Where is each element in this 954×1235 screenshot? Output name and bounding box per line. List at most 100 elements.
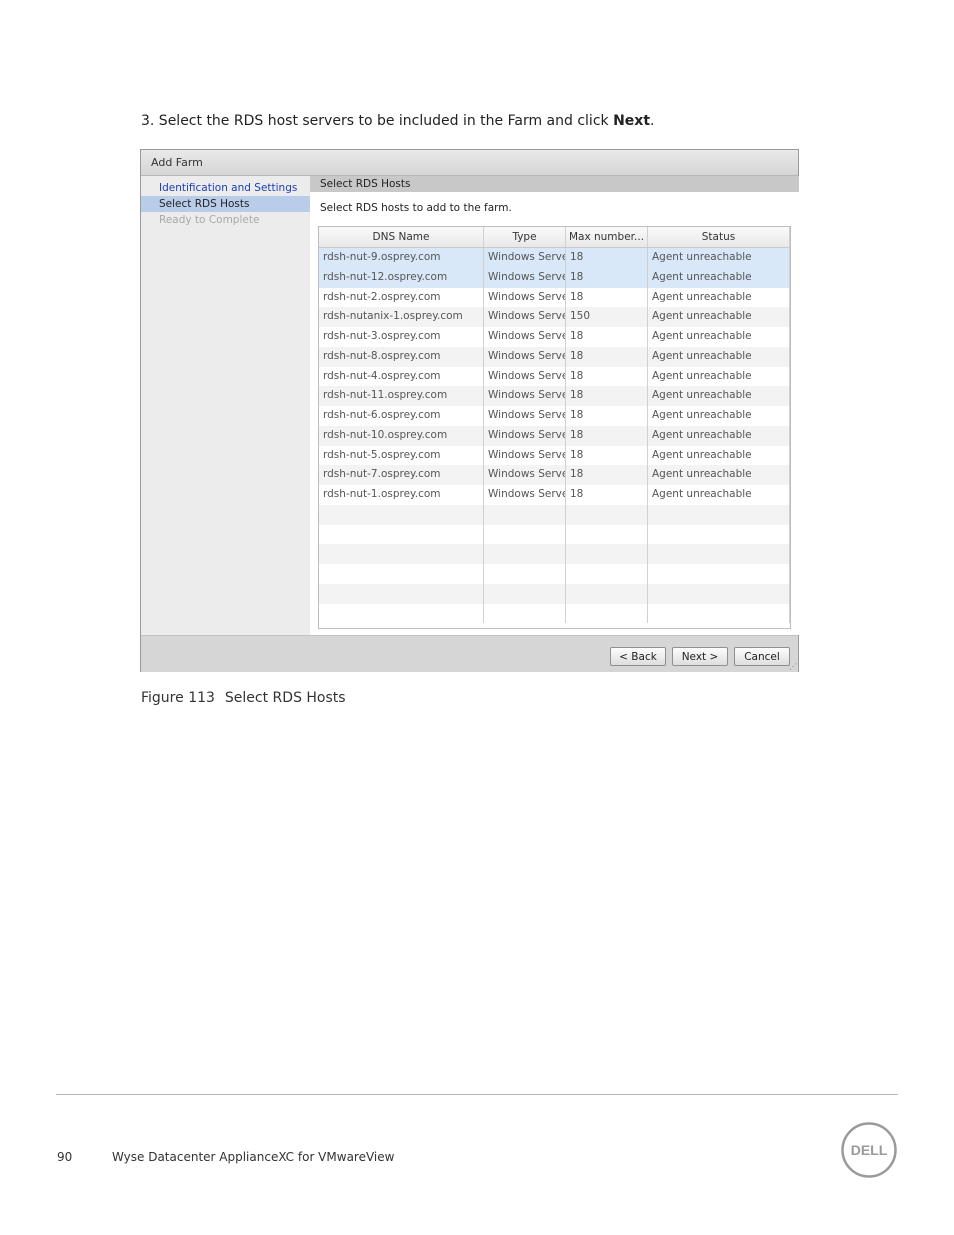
max-number-cell xyxy=(566,603,648,624)
dns-name-cell: rdsh-nut-3.osprey.com xyxy=(319,327,484,347)
page-number: 90 xyxy=(57,1150,73,1164)
type-cell: Windows Server xyxy=(484,248,566,268)
main-panel: Select RDS Hosts Select RDS hosts to add… xyxy=(310,176,799,635)
wizard-nav: Identification and Settings Select RDS H… xyxy=(141,176,310,635)
status-cell: Agent unreachable xyxy=(648,445,790,466)
type-cell xyxy=(484,564,566,584)
dns-name-cell: rdsh-nut-6.osprey.com xyxy=(319,406,484,426)
dns-name-cell xyxy=(319,544,484,564)
max-number-cell xyxy=(566,564,648,584)
status-cell: Agent unreachable xyxy=(648,307,790,327)
dell-logo-icon: DELL xyxy=(841,1122,897,1178)
empty-row xyxy=(319,583,790,604)
type-cell: Windows Server xyxy=(484,346,566,367)
dns-name-cell: rdsh-nut-9.osprey.com xyxy=(319,248,484,268)
dns-name-cell: rdsh-nut-4.osprey.com xyxy=(319,366,484,387)
table-row[interactable]: rdsh-nut-2.osprey.com Windows Server 18 Age… xyxy=(319,287,790,308)
max-number-cell: 18 xyxy=(566,327,648,347)
max-number-cell: 18 xyxy=(566,248,648,268)
dns-name-cell: rdsh-nut-1.osprey.com xyxy=(319,485,484,505)
status-cell: Agent unreachable xyxy=(648,465,790,485)
nav-item-ready-to-complete: Ready to Complete xyxy=(159,214,260,226)
column-header-status[interactable]: Status xyxy=(648,227,790,247)
table-row[interactable]: rdsh-nut-7.osprey.com Windows Server 18 Age… xyxy=(319,465,790,485)
max-number-cell: 18 xyxy=(566,287,648,308)
type-cell: Windows Server xyxy=(484,386,566,406)
table-header: DNS Name Type Max number... Status xyxy=(319,227,790,248)
type-cell xyxy=(484,524,566,545)
type-cell: Windows Server xyxy=(484,406,566,426)
logo-text: DELL xyxy=(851,1142,888,1158)
type-cell: Windows Server xyxy=(484,327,566,347)
type-cell xyxy=(484,544,566,564)
table-row[interactable]: rdsh-nutanix-1.osprey.com Windows Server 1… xyxy=(319,307,790,327)
max-number-cell: 18 xyxy=(566,366,648,387)
empty-row xyxy=(319,603,790,624)
max-number-cell xyxy=(566,504,648,525)
back-button[interactable]: < Back xyxy=(610,647,666,666)
status-cell xyxy=(648,583,790,604)
status-cell xyxy=(648,504,790,525)
type-cell: Windows Server xyxy=(484,425,566,446)
resize-grip-icon[interactable]: ⋰ xyxy=(789,662,797,671)
type-cell: Windows Server xyxy=(484,287,566,308)
dns-name-cell xyxy=(319,603,484,624)
table-row[interactable]: rdsh-nut-9.osprey.com Windows Server 18 Age… xyxy=(319,248,790,268)
status-cell: Agent unreachable xyxy=(648,267,790,288)
status-cell: Agent unreachable xyxy=(648,327,790,347)
empty-row xyxy=(319,504,790,525)
max-number-cell: 18 xyxy=(566,406,648,426)
max-number-cell xyxy=(566,524,648,545)
dialog-title: Add Farm xyxy=(141,150,798,176)
table-row[interactable]: rdsh-nut-1.osprey.com Windows Server 18 Age… xyxy=(319,485,790,505)
table-row[interactable]: rdsh-nut-6.osprey.com Windows Server 18 Age… xyxy=(319,406,790,426)
max-number-cell: 18 xyxy=(566,386,648,406)
step-text-prefix: 3. Select the RDS host servers to be inc… xyxy=(141,113,614,129)
empty-row xyxy=(319,544,790,564)
table-row[interactable]: rdsh-nut-3.osprey.com Windows Server 18 Age… xyxy=(319,327,790,347)
document-title: Wyse Datacenter ApplianceXC for VMwareVi… xyxy=(112,1150,395,1164)
dns-name-cell xyxy=(319,564,484,584)
status-cell: Agent unreachable xyxy=(648,425,790,446)
max-number-cell: 18 xyxy=(566,445,648,466)
nav-item-identification[interactable]: Identification and Settings xyxy=(141,180,310,196)
status-cell: Agent unreachable xyxy=(648,386,790,406)
table-row[interactable]: rdsh-nut-11.osprey.com Windows Server 18 Ag… xyxy=(319,386,790,406)
empty-row xyxy=(319,524,790,545)
table-row[interactable]: rdsh-nut-12.osprey.com Windows Server 18 Ag… xyxy=(319,267,790,288)
dialog-footer: < Back Next > Cancel ⋰ xyxy=(141,635,798,672)
max-number-cell: 18 xyxy=(566,485,648,505)
cancel-button[interactable]: Cancel xyxy=(734,647,790,666)
max-number-cell xyxy=(566,583,648,604)
status-cell xyxy=(648,564,790,584)
type-cell: Windows Server xyxy=(484,465,566,485)
column-header-type[interactable]: Type xyxy=(484,227,566,247)
rds-hosts-table: DNS Name Type Max number... Status rdsh-… xyxy=(318,226,791,629)
table-row[interactable]: rdsh-nut-8.osprey.com Windows Server 18 Age… xyxy=(319,346,790,367)
status-cell: Agent unreachable xyxy=(648,366,790,387)
table-row[interactable]: rdsh-nut-10.osprey.com Windows Server 18 Ag… xyxy=(319,425,790,446)
nav-item-select-rds-hosts[interactable]: Select RDS Hosts xyxy=(141,196,310,212)
table-body: rdsh-nut-9.osprey.com Windows Server 18 Age… xyxy=(319,248,790,624)
column-header-max-number[interactable]: Max number... xyxy=(566,227,648,247)
table-row[interactable]: rdsh-nut-4.osprey.com Windows Server 18 Age… xyxy=(319,366,790,387)
max-number-cell: 18 xyxy=(566,267,648,288)
step-instruction: 3. Select the RDS host servers to be inc… xyxy=(141,113,654,129)
table-row[interactable]: rdsh-nut-5.osprey.com Windows Server 18 Age… xyxy=(319,445,790,466)
figure-caption: Figure 113 Select RDS Hosts xyxy=(141,690,356,706)
type-cell: Windows Server xyxy=(484,267,566,288)
next-button[interactable]: Next > xyxy=(672,647,728,666)
dns-name-cell xyxy=(319,504,484,525)
dns-name-cell xyxy=(319,524,484,545)
column-header-dns-name[interactable]: DNS Name xyxy=(319,227,484,247)
dns-name-cell: rdsh-nut-10.osprey.com xyxy=(319,425,484,446)
type-cell xyxy=(484,504,566,525)
type-cell: Windows Server xyxy=(484,366,566,387)
max-number-cell: 18 xyxy=(566,425,648,446)
section-header: Select RDS Hosts xyxy=(310,176,799,192)
max-number-cell: 150 xyxy=(566,307,648,327)
dns-name-cell: rdsh-nut-8.osprey.com xyxy=(319,346,484,367)
dns-name-cell: rdsh-nutanix-1.osprey.com xyxy=(319,307,484,327)
status-cell xyxy=(648,544,790,564)
status-cell: Agent unreachable xyxy=(648,248,790,268)
